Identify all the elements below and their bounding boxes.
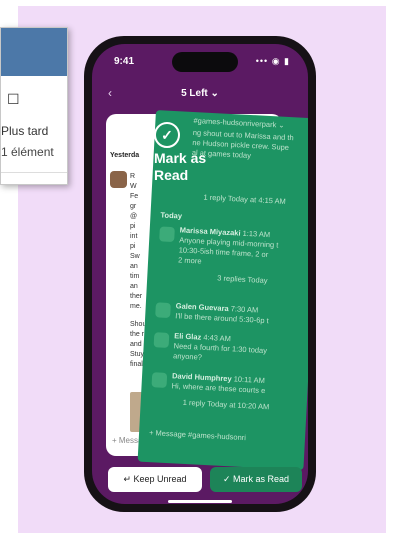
date-divider: Yesterda xyxy=(110,152,140,159)
later-label[interactable]: Plus tard xyxy=(1,124,48,138)
message-galen: Galen Guevara 7:30 AM I'll be there arou… xyxy=(175,301,269,326)
avatar xyxy=(110,171,127,188)
message-marissa: Marissa Miyazaki 1:13 AM Anyone playing … xyxy=(177,225,279,286)
phone-screen: 9:41 ••• ◉ ▮ ‹ 5 Left ⌄ Yesterda R W Fe gr @… xyxy=(92,44,308,504)
avatar xyxy=(153,332,170,348)
mark-as-read-button[interactable]: ✓ Mark as Read xyxy=(210,467,302,492)
divider xyxy=(1,172,67,173)
phone-frame: 9:41 ••• ◉ ▮ ‹ 5 Left ⌄ Yesterda R W Fe gr @… xyxy=(84,36,316,512)
popup-header xyxy=(1,28,67,76)
message-david: David Humphrey 10:11 AM Hi, where are th… xyxy=(171,371,270,412)
message-input[interactable]: + Message #games-hudsonri xyxy=(149,428,246,443)
item-count: 1 élément xyxy=(1,145,54,159)
avatar xyxy=(151,372,168,388)
status-icons: ••• ◉ ▮ xyxy=(255,56,290,66)
keep-unread-button[interactable]: ↵ Keep Unread xyxy=(108,467,202,492)
unread-count-title[interactable]: 5 Left ⌄ xyxy=(92,88,308,99)
status-time: 9:41 xyxy=(114,56,135,67)
today-divider: Today xyxy=(160,210,183,221)
check-circle-icon: ✓ xyxy=(154,122,180,148)
home-indicator[interactable] xyxy=(168,500,232,503)
dynamic-island xyxy=(172,52,238,72)
bookmark-icon[interactable]: ☐ xyxy=(7,91,20,108)
mark-as-read-label: Mark as Read xyxy=(154,150,207,183)
save-for-later-popup: ☐ Plus tard 1 élément xyxy=(0,27,68,185)
avatar xyxy=(159,226,175,243)
reply-count[interactable]: 1 reply Today at 4:15 AM xyxy=(203,193,286,207)
message-eli: Eli Glaz 4:43 AM Need a fourth for 1:30 … xyxy=(172,331,268,362)
avatar xyxy=(155,302,171,319)
